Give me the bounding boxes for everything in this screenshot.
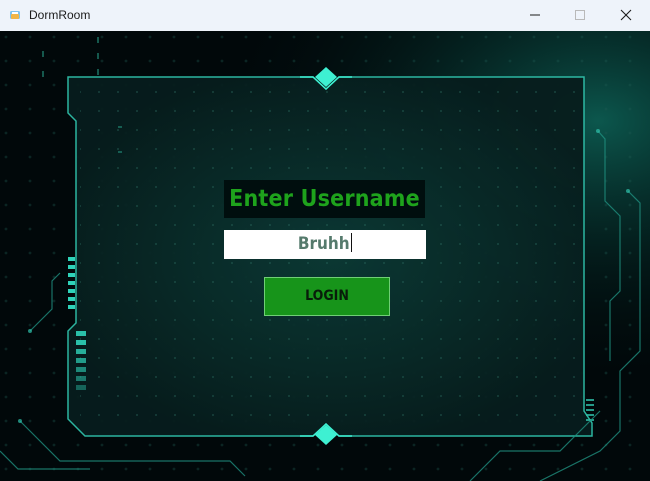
username-input[interactable]: Bruhh — [224, 230, 426, 259]
login-screen: Enter Username : Bruhh LOGIN — [0, 31, 650, 481]
close-icon — [620, 9, 632, 21]
text-caret — [350, 233, 353, 252]
window-title: DormRoom — [29, 8, 91, 22]
username-label: Enter Username : — [224, 180, 425, 250]
close-button[interactable] — [603, 0, 649, 31]
login-button[interactable]: LOGIN — [264, 277, 390, 316]
title-bar[interactable]: DormRoom — [0, 0, 650, 31]
app-icon — [10, 11, 20, 19]
username-value: Bruhh — [297, 234, 350, 254]
maximize-button[interactable] — [557, 0, 603, 31]
minimize-button[interactable] — [512, 0, 558, 31]
app-window: DormRoom Enter Username Bruhh LOGIN — [0, 0, 650, 481]
minimize-icon — [530, 14, 540, 16]
maximize-icon — [575, 10, 585, 20]
